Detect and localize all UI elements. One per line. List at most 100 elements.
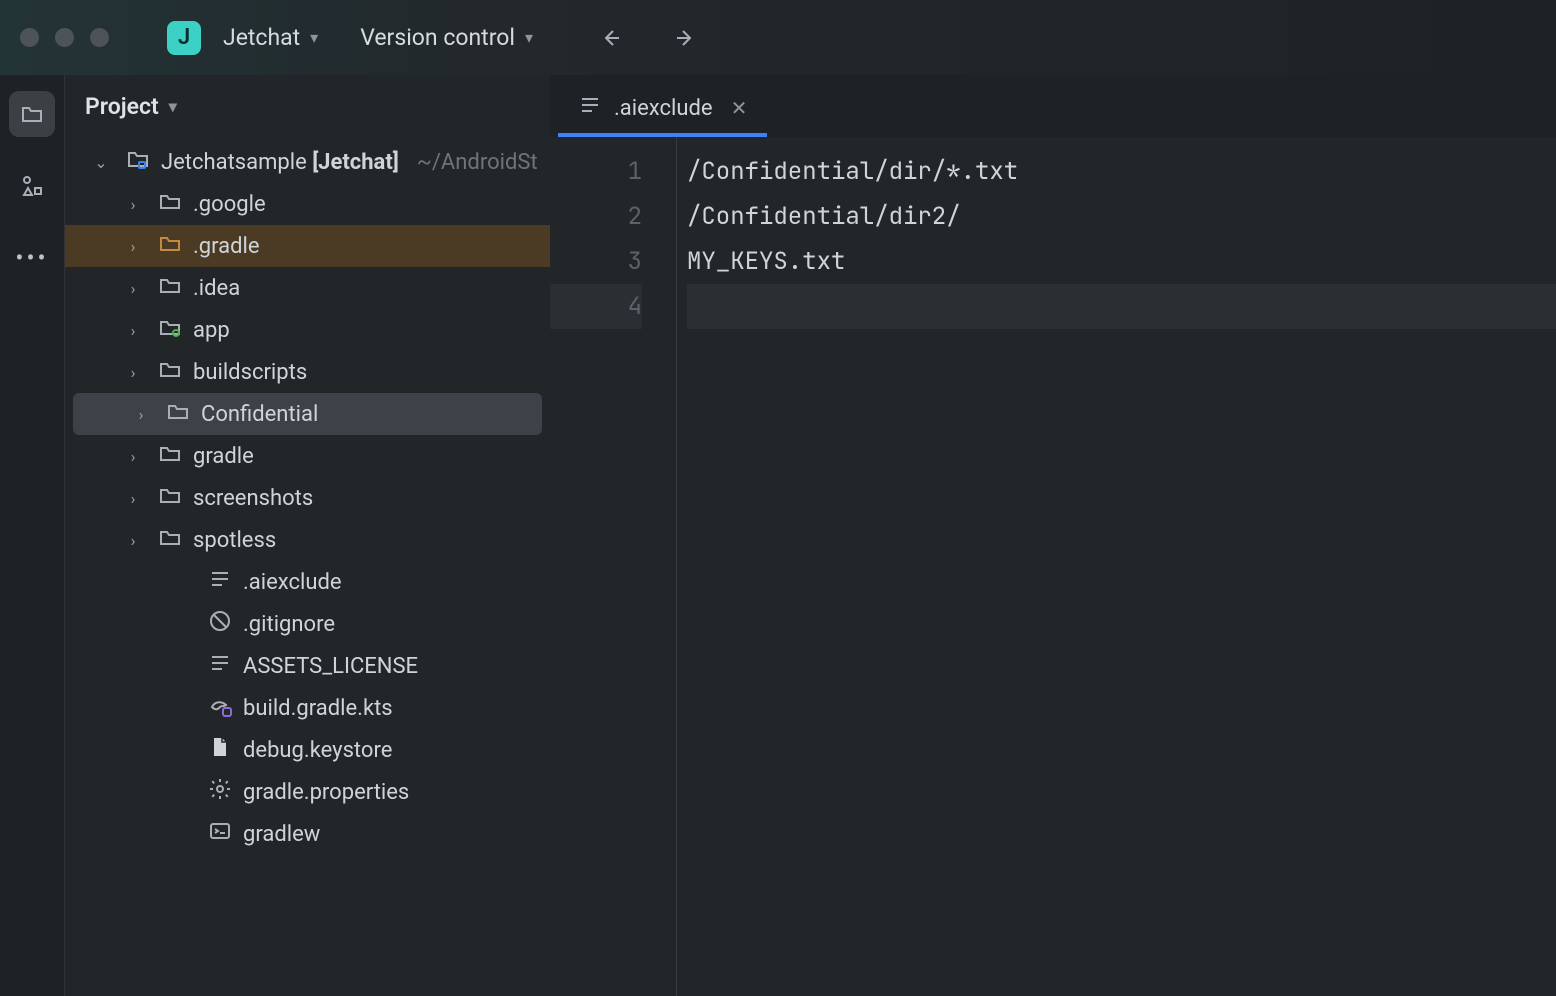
code-line[interactable] <box>687 284 1556 329</box>
tree-item-label: buildscripts <box>193 360 307 385</box>
arrow-right-icon <box>673 26 697 50</box>
folder-icon <box>157 273 183 303</box>
folder-icon <box>157 525 183 555</box>
code-editor[interactable]: 1234 /Confidential/dir/*.txt/Confidentia… <box>550 137 1556 996</box>
tree-item-label: gradle <box>193 444 254 469</box>
panel-title: Project <box>85 93 159 120</box>
terminal-icon <box>207 819 233 849</box>
folder-icon <box>157 483 183 513</box>
tree-item-confidential[interactable]: › Confidential <box>73 393 542 435</box>
tree-item-label: spotless <box>193 528 276 553</box>
editor-tab[interactable]: .aiexclude ✕ <box>558 79 767 137</box>
file-lines-icon <box>578 93 602 123</box>
tree-item--gitignore[interactable]: .gitignore <box>65 603 550 645</box>
chevron-right-icon[interactable]: › <box>119 237 147 256</box>
tree-item-label: build.gradle.kts <box>243 696 393 721</box>
nav-forward-button <box>665 18 705 58</box>
chevron-right-icon[interactable]: › <box>119 531 147 550</box>
code-line[interactable]: MY_KEYS.txt <box>687 239 1556 284</box>
nav-back-button[interactable] <box>591 18 631 58</box>
editor-area: .aiexclude ✕ 1234 /Confidential/dir/*.tx… <box>550 75 1556 996</box>
window-minimize[interactable] <box>55 28 74 47</box>
window-maximize[interactable] <box>90 28 109 47</box>
chevron-right-icon[interactable]: › <box>119 279 147 298</box>
chevron-right-icon[interactable]: › <box>119 489 147 508</box>
folder-icon <box>157 357 183 387</box>
project-panel-header[interactable]: Project ▾ <box>65 75 550 137</box>
titlebar: J Jetchat ▾ Version control ▾ <box>0 0 1556 75</box>
more-icon: ••• <box>15 244 48 272</box>
tree-item-gradle[interactable]: › gradle <box>65 435 550 477</box>
tree-item-buildscripts[interactable]: › buildscripts <box>65 351 550 393</box>
project-tool-button[interactable] <box>9 91 55 137</box>
tree-item-label: ASSETS_LICENSE <box>243 654 418 679</box>
project-root-icon <box>125 147 151 177</box>
line-number: 2 <box>550 194 642 239</box>
chevron-right-icon[interactable]: › <box>119 447 147 466</box>
folder-icon <box>157 189 183 219</box>
code-line[interactable]: /Confidential/dir/*.txt <box>687 149 1556 194</box>
chevron-right-icon[interactable]: › <box>119 363 147 382</box>
structure-icon <box>20 174 44 198</box>
gear-icon <box>207 777 233 807</box>
close-icon[interactable]: ✕ <box>731 96 748 120</box>
folder-icon <box>165 399 191 429</box>
gradlekt-icon <box>207 693 233 723</box>
tree-item--gradle[interactable]: › .gradle <box>65 225 550 267</box>
project-badge-icon: J <box>167 21 201 55</box>
project-tree: ⌄ Jetchatsample [Jetchat] ~/AndroidSt ›.… <box>65 137 550 996</box>
tree-item-label: .gradle <box>193 234 260 259</box>
left-tool-strip: ••• <box>0 75 65 996</box>
tree-item-label: .gitignore <box>243 612 335 637</box>
chevron-right-icon[interactable]: › <box>119 321 147 340</box>
module-icon <box>157 315 183 345</box>
tree-item-spotless[interactable]: › spotless <box>65 519 550 561</box>
more-tool-button[interactable]: ••• <box>9 235 55 281</box>
tree-item-gradle-properties[interactable]: gradle.properties <box>65 771 550 813</box>
chevron-down-icon: ▾ <box>525 28 533 47</box>
tree-item-label: Confidential <box>201 402 318 427</box>
chevron-down-icon: ▾ <box>169 97 177 116</box>
line-number: 1 <box>550 149 642 194</box>
tree-item-debug-keystore[interactable]: debug.keystore <box>65 729 550 771</box>
tree-item-screenshots[interactable]: › screenshots <box>65 477 550 519</box>
tree-item-app[interactable]: › app <box>65 309 550 351</box>
project-selector[interactable]: Jetchat ▾ <box>211 18 330 57</box>
tree-item--idea[interactable]: ›.idea <box>65 267 550 309</box>
project-name-label: Jetchat <box>223 24 300 51</box>
line-number: 4 <box>550 284 642 329</box>
line-number: 3 <box>550 239 642 284</box>
lines-icon <box>207 567 233 597</box>
ignore-icon <box>207 609 233 639</box>
chevron-down-icon[interactable]: ⌄ <box>87 153 115 172</box>
window-close[interactable] <box>20 28 39 47</box>
tab-label: .aiexclude <box>614 96 713 121</box>
editor-content[interactable]: /Confidential/dir/*.txt/Confidential/dir… <box>677 137 1556 996</box>
tree-item-label: screenshots <box>193 486 313 511</box>
arrow-left-icon <box>599 26 623 50</box>
folder-icon <box>157 441 183 471</box>
tree-root-label: Jetchatsample [Jetchat] <box>161 150 399 175</box>
vcs-menu[interactable]: Version control ▾ <box>348 18 545 57</box>
editor-gutter: 1234 <box>550 137 676 996</box>
folder-icon <box>20 102 44 126</box>
code-line[interactable]: /Confidential/dir2/ <box>687 194 1556 239</box>
project-panel: Project ▾ ⌄ Jetchatsample [Jetchat] ~/An… <box>65 75 550 996</box>
tree-item-build-gradle-kts[interactable]: build.gradle.kts <box>65 687 550 729</box>
tree-item--aiexclude[interactable]: .aiexclude <box>65 561 550 603</box>
tree-item-assets-license[interactable]: ASSETS_LICENSE <box>65 645 550 687</box>
tree-item--google[interactable]: ›.google <box>65 183 550 225</box>
chevron-right-icon[interactable]: › <box>119 195 147 214</box>
tree-item-gradlew[interactable]: gradlew <box>65 813 550 855</box>
structure-tool-button[interactable] <box>9 163 55 209</box>
vcs-menu-label: Version control <box>360 24 515 51</box>
tree-item-label: app <box>193 318 230 343</box>
tree-item-label: gradlew <box>243 822 320 847</box>
folder-orange-icon <box>157 231 183 261</box>
chevron-right-icon[interactable]: › <box>127 405 155 424</box>
file-icon <box>207 735 233 765</box>
tree-item-label: .aiexclude <box>243 570 342 595</box>
tree-root[interactable]: ⌄ Jetchatsample [Jetchat] ~/AndroidSt <box>65 141 550 183</box>
editor-tabbar: .aiexclude ✕ <box>550 75 1556 137</box>
tree-root-path: ~/AndroidSt <box>417 150 538 175</box>
